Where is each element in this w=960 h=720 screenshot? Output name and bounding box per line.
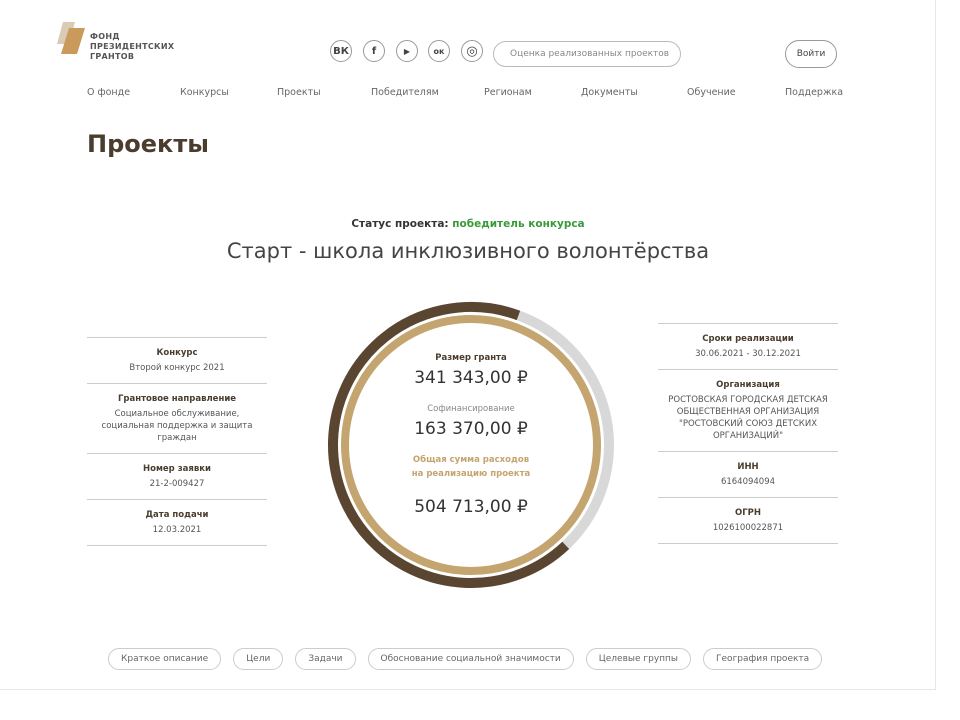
info-value: 1026100022871 (712, 523, 784, 533)
info-label: Организация (716, 380, 780, 390)
info-direction: Грантовое направление Социальное обслужив… (87, 383, 267, 453)
divider (658, 543, 838, 544)
divider (87, 545, 267, 546)
tab-short-description[interactable]: Краткое описание (108, 648, 222, 670)
nav-support[interactable]: Поддержка (785, 87, 843, 98)
info-inn: ИНН 6164094094 (658, 451, 838, 497)
total-amount: 504 713,00 ₽ (414, 497, 528, 517)
nav-about[interactable]: О фонде (87, 87, 130, 98)
nav-projects[interactable]: Проекты (277, 87, 321, 98)
nav-documents[interactable]: Документы (581, 87, 638, 98)
logo-text[interactable]: ФОНД ПРЕЗИДЕНТСКИХ ГРАНТОВ (90, 32, 174, 62)
tab-tasks[interactable]: Задачи (295, 648, 356, 670)
nav-regions[interactable]: Регионам (484, 87, 532, 98)
info-value: 12.03.2021 (152, 525, 202, 535)
tab-geography[interactable]: География проекта (703, 648, 823, 670)
tab-social-significance[interactable]: Обоснование социальной значимости (367, 648, 574, 670)
grant-label: Размер гранта (435, 353, 507, 363)
info-label: Грантовое направление (117, 394, 237, 404)
project-title: Старт - школа инклюзивного волонтёрства (226, 239, 710, 263)
vk-icon[interactable]: ВК (330, 40, 352, 62)
logo-line: ФОНД (90, 32, 120, 41)
info-value: 6164094094 (720, 477, 776, 487)
logo-icon (57, 22, 85, 54)
info-value: РОСТОВСКАЯ ГОРОДСКАЯ ДЕТСКАЯ ОБЩЕСТВЕННА… (668, 395, 828, 441)
status-value: победитель конкурса (452, 218, 585, 230)
info-application-number: Номер заявки 21-2-009427 (87, 453, 267, 499)
logo-line: ПРЕЗИДЕНТСКИХ (90, 42, 175, 51)
logo-line: ГРАНТОВ (90, 52, 135, 61)
info-submission-date: Дата подачи 12.03.2021 (87, 499, 267, 545)
grant-amount: 341 343,00 ₽ (414, 368, 528, 388)
info-contest: Конкурс Второй конкурс 2021 (87, 337, 267, 383)
info-label: Номер заявки (143, 464, 211, 474)
info-organization: Организация РОСТОВСКАЯ ГОРОДСКАЯ ДЕТСКАЯ … (658, 369, 838, 451)
info-period: Сроки реализации 30.06.2021 - 30.12.2021 (658, 323, 838, 369)
tab-target-groups[interactable]: Целевые группы (585, 648, 692, 670)
instagram-icon[interactable]: ◎ (461, 40, 483, 62)
login-button[interactable]: Войти (785, 40, 837, 68)
info-label: Сроки реализации (702, 334, 794, 344)
info-label: ОГРН (735, 508, 761, 518)
left-info-column: Конкурс Второй конкурс 2021 Грантовое нап… (87, 337, 267, 546)
project-tabs: Краткое описание Цели Задачи Обоснование… (108, 648, 823, 670)
page-title: Проекты (87, 130, 209, 158)
info-value: Социальное обслуживание, социальная подд… (101, 409, 253, 443)
budget-summary: Размер гранта 341 343,00 ₽ Софинансирова… (371, 353, 571, 517)
tab-goals[interactable]: Цели (233, 648, 284, 670)
cofinancing-amount: 163 370,00 ₽ (414, 419, 528, 439)
info-ogrn: ОГРН 1026100022871 (658, 497, 838, 543)
nav-education[interactable]: Обучение (687, 87, 736, 98)
project-status: Статус проекта: победитель конкурса (0, 218, 936, 230)
nav-contests[interactable]: Конкурсы (180, 87, 229, 98)
total-label: Общая сумма расходов на реализацию проек… (411, 455, 531, 479)
info-value: 21-2-009427 (149, 479, 205, 489)
youtube-icon[interactable]: ▶ (396, 40, 418, 62)
search-input[interactable]: Оценка реализованных проектов (493, 41, 681, 67)
odnoklassniki-icon[interactable]: ок (428, 40, 450, 62)
info-value: Второй конкурс 2021 (129, 363, 225, 373)
info-value: 30.06.2021 - 30.12.2021 (695, 349, 801, 359)
nav-winners[interactable]: Победителям (371, 87, 439, 98)
facebook-icon[interactable]: f (363, 40, 385, 62)
info-label: Конкурс (156, 348, 198, 358)
info-label: ИНН (737, 462, 759, 472)
info-label: Дата подачи (145, 510, 209, 520)
right-info-column: Сроки реализации 30.06.2021 - 30.12.2021 … (658, 323, 838, 544)
status-label: Статус проекта: (351, 218, 449, 230)
cofinancing-label: Софинансирование (427, 404, 515, 414)
